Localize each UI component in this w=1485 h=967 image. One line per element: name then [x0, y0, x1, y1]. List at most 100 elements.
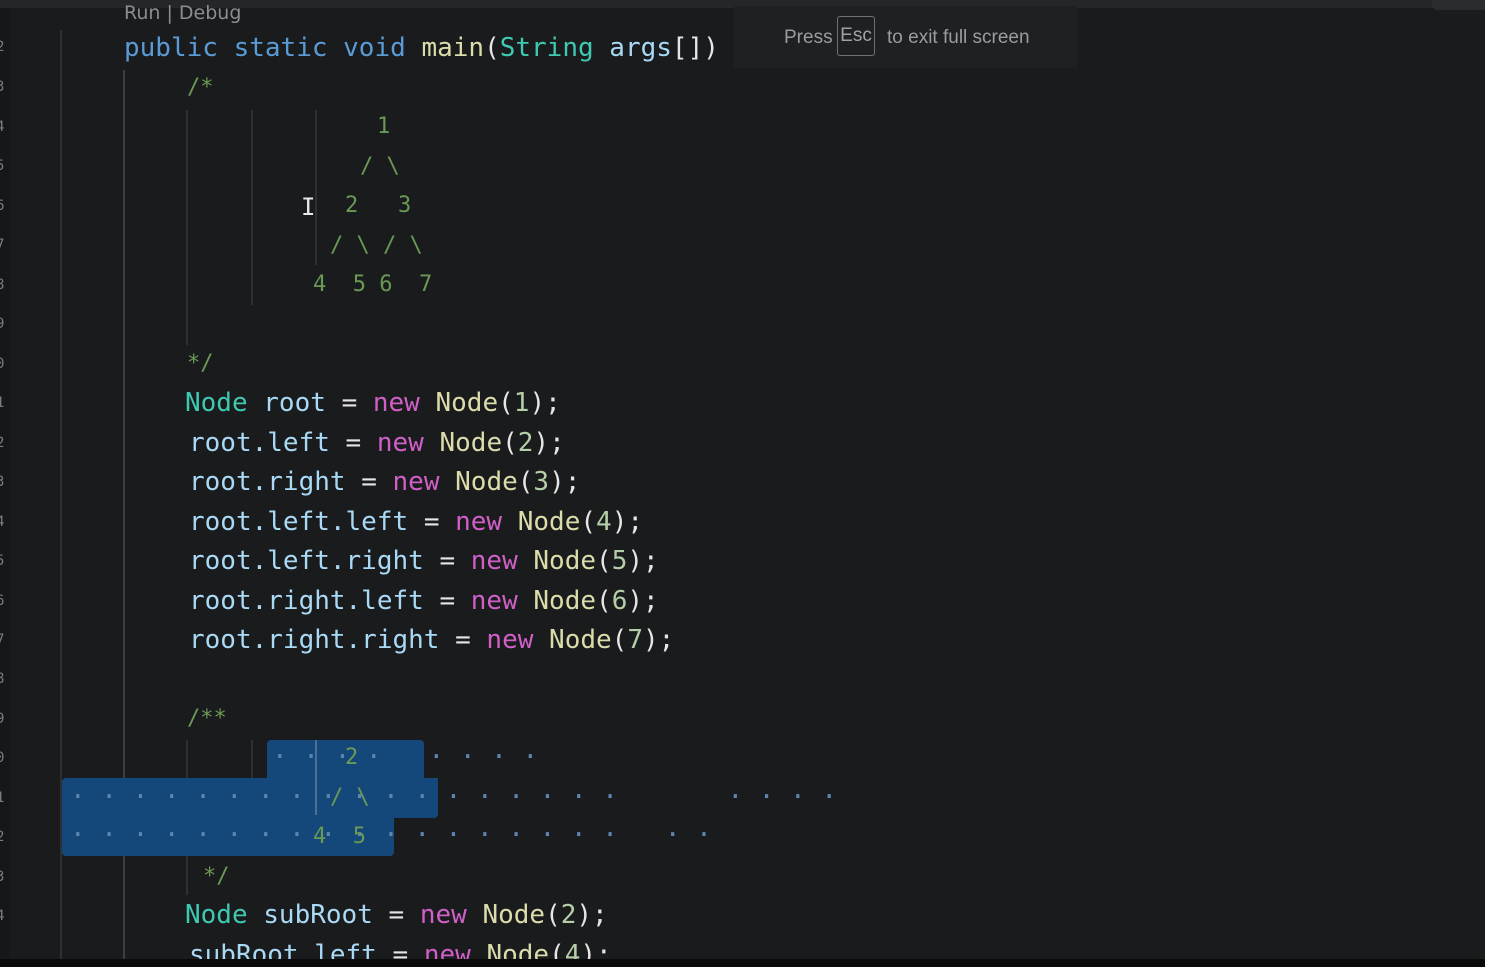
line-number: 2: [0, 39, 5, 55]
line-number: 8: [0, 671, 5, 687]
number-literal: 2: [560, 900, 577, 930]
constructor: Node: [533, 586, 597, 616]
operator: =: [361, 467, 377, 497]
code-line-assignment: root.right = new Node(3);: [189, 467, 581, 497]
line-number: 9: [0, 316, 5, 332]
keyword-public: public: [124, 33, 218, 63]
comment-tree-line: / \: [360, 154, 400, 179]
code-editor[interactable]: 2 3 4 5 6 7 8 9 0 1 2 3 4 5 6 7 8 9 0 1 …: [0, 0, 1485, 967]
variable: root.left.left: [189, 507, 409, 537]
constructor: Node: [549, 625, 612, 655]
indent-guide: [186, 110, 188, 345]
operator: =: [388, 900, 405, 930]
comment-open: /**: [187, 706, 227, 731]
constructor: Node: [435, 388, 499, 418]
number-literal: 2: [517, 428, 534, 458]
line-number: 6: [0, 198, 5, 214]
indent-guide: [315, 110, 317, 265]
code-line-assignment: Node subRoot = new Node(2);: [185, 900, 608, 930]
comment-tree-line: 2: [345, 745, 359, 770]
comment-tree-line: / \: [330, 785, 370, 810]
line-number: 2: [0, 435, 5, 451]
comment-open: /*: [187, 75, 214, 100]
constructor: Node: [482, 900, 546, 930]
indent-guide: [251, 110, 253, 305]
keyword-new: new: [419, 900, 467, 930]
brackets: []): [671, 33, 719, 63]
line-number: 7: [0, 632, 5, 648]
variable: root.right.right: [189, 625, 440, 655]
line-number: 5: [0, 158, 5, 174]
method-name: main: [421, 33, 485, 63]
operator: =: [439, 546, 456, 576]
line-number: 9: [0, 711, 5, 727]
number-literal: 3: [533, 467, 550, 497]
variable: root.left.right: [189, 546, 424, 576]
type-node: Node: [185, 900, 248, 930]
type-string: String: [499, 33, 594, 63]
code-line-assignment: root.left.left = new Node(4);: [189, 507, 643, 537]
number-literal: 7: [627, 625, 643, 655]
number-literal: 4: [596, 507, 612, 537]
line-number: 2: [0, 829, 5, 845]
type-node: Node: [185, 388, 248, 418]
keyword-void: void: [343, 33, 406, 63]
variable: root.right.left: [189, 586, 424, 616]
keyword-new: new: [376, 428, 424, 458]
code-line-assignment: root.right.right = new Node(7);: [189, 625, 675, 655]
whitespace-markers: · · · · · · · ·: [272, 742, 539, 772]
indent-guide: [315, 740, 317, 815]
variable: root.right: [189, 467, 346, 497]
code-line-assignment: Node root = new Node(1);: [185, 388, 561, 418]
comment-tree-line: 4 5 6 7: [313, 272, 433, 297]
whitespace-markers: · · · · · · · · · · · · · · · · · · · ·: [70, 820, 712, 850]
number-literal: 6: [611, 586, 628, 616]
operator: =: [439, 586, 456, 616]
keyword-new: new: [486, 625, 534, 655]
whitespace-markers: · · · · · · · · · · · · · · · · · · · · …: [70, 782, 838, 812]
line-number: 4: [0, 514, 5, 530]
esc-key-badge: Esc: [837, 16, 875, 56]
line-number: 4: [0, 119, 5, 135]
constructor: Node: [455, 467, 518, 497]
line-number: 7: [0, 237, 5, 253]
code-line-assignment: root.left.right = new Node(5);: [189, 546, 659, 576]
fullscreen-toast: Press Esc to exit full screen: [734, 6, 1077, 68]
constructor: Node: [533, 546, 597, 576]
constructor: Node: [439, 428, 503, 458]
variable: subRoot: [263, 900, 373, 930]
keyword-static: static: [233, 33, 328, 63]
text-cursor-icon: I: [301, 193, 316, 221]
comment-tree-line: / \ / \: [330, 233, 423, 258]
line-number: 3: [0, 869, 5, 885]
line-number: 1: [0, 790, 5, 806]
operator: =: [455, 625, 471, 655]
operator: =: [423, 507, 440, 537]
comment-tree-line: 4 5: [313, 824, 366, 849]
keyword-new: new: [470, 586, 518, 616]
line-number: 5: [0, 553, 5, 569]
keyword-new: new: [372, 388, 420, 418]
code-line-assignment: root.left = new Node(2);: [189, 428, 565, 458]
toast-press-text: Press: [784, 27, 833, 48]
line-number: 6: [0, 593, 5, 609]
code-line-assignment: root.right.left = new Node(6);: [189, 586, 659, 616]
param-args: args: [609, 33, 672, 63]
number-literal: 5: [611, 546, 628, 576]
codelens-run-debug[interactable]: Run | Debug: [124, 2, 241, 24]
line-number: 8: [0, 277, 5, 293]
constructor: Node: [517, 507, 581, 537]
operator: =: [345, 428, 362, 458]
variable: root: [263, 388, 326, 418]
toast-exit-text: to exit full screen: [887, 27, 1030, 48]
variable: root.left: [189, 428, 330, 458]
operator: =: [341, 388, 358, 418]
line-number: 1: [0, 395, 5, 411]
line-number: 0: [0, 356, 5, 372]
keyword-new: new: [470, 546, 518, 576]
comment-close: */: [187, 351, 214, 376]
line-number: 0: [0, 750, 5, 766]
comment-tree-line: 2 3: [345, 193, 412, 218]
comment-tree-line: 1: [377, 114, 391, 139]
line-number: 3: [0, 474, 5, 490]
